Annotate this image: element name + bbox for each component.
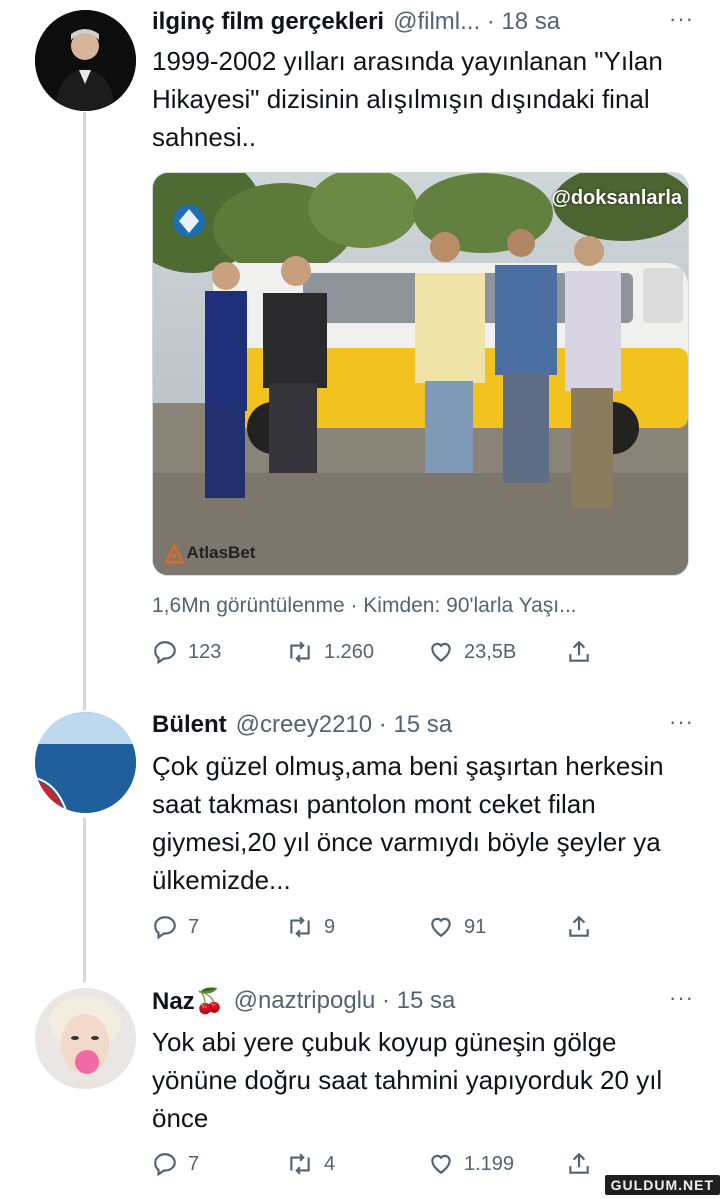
tweet-actions: 7 4 1.199	[152, 1148, 612, 1182]
sponsor-logo-text: AtlasBet	[186, 542, 256, 562]
share-button[interactable]	[566, 1151, 592, 1177]
avatar-photo	[35, 712, 136, 813]
display-name-text: Naz	[152, 987, 195, 1015]
retweet-count: 4	[324, 1152, 336, 1175]
retweet-count: 9	[324, 915, 336, 938]
sponsor-logo-icon: ◬	[165, 539, 184, 566]
like-button[interactable]: 23,5B	[428, 639, 516, 665]
reply-icon	[154, 1153, 176, 1177]
like-button[interactable]: 91	[428, 914, 486, 940]
like-count: 1.199	[464, 1152, 515, 1175]
display-name[interactable]: ilginç film gerçekleri	[152, 8, 384, 36]
share-button[interactable]	[566, 914, 592, 940]
heart-icon	[431, 917, 451, 937]
tweet-header: ilginç film gerçekleri @filml... · 18 sa…	[152, 4, 694, 40]
more-icon[interactable]: ···	[669, 985, 694, 1011]
reply-button[interactable]: 7	[152, 1151, 199, 1177]
reply-button[interactable]: 123	[152, 639, 221, 665]
handle-and-time[interactable]: @creey2210 · 15 sa	[236, 711, 452, 739]
handle-and-time[interactable]: @filml... · 18 sa	[393, 8, 560, 36]
more-icon[interactable]: ···	[669, 6, 694, 32]
reply-count: 7	[188, 915, 200, 938]
avatar[interactable]	[35, 712, 136, 813]
retweet-icon	[290, 641, 310, 663]
retweet-button[interactable]: 9	[286, 914, 335, 940]
retweet-icon	[290, 916, 310, 938]
media-caption[interactable]: 1,6Mn görüntülenme · Kimden: 90'larla Ya…	[152, 594, 684, 618]
reply-icon	[154, 641, 176, 665]
heart-icon	[431, 642, 451, 662]
share-icon	[569, 640, 589, 662]
video-frame	[153, 173, 688, 575]
tweet-video[interactable]: @doksanlarla ◬ AtlasBet	[152, 172, 689, 576]
retweet-icon	[290, 1153, 310, 1175]
like-button[interactable]: 1.199	[428, 1151, 514, 1177]
tweet-text: 1999-2002 yılları arasında yayınlanan "Y…	[152, 46, 663, 152]
reply-button[interactable]: 7	[152, 914, 199, 940]
share-icon	[569, 1152, 589, 1174]
site-watermark: GULDUM.NET	[604, 1175, 720, 1195]
reply-icon	[154, 916, 176, 940]
tweet-text: Çok güzel olmuş,ama beni şaşırtan herkes…	[152, 751, 664, 895]
tweet-actions: 123 1.260 23,5B	[152, 636, 612, 670]
share-icon	[569, 915, 589, 937]
retweet-button[interactable]: 4	[286, 1151, 335, 1177]
more-icon[interactable]: ···	[669, 709, 694, 735]
retweet-button[interactable]: 1.260	[286, 639, 374, 665]
tweet-text: Yok abi yere çubuk koyup güneşin gölge y…	[152, 1027, 663, 1133]
like-count: 23,5B	[464, 640, 517, 663]
share-button[interactable]	[566, 639, 592, 665]
avatar[interactable]	[35, 988, 136, 1089]
avatar[interactable]	[35, 10, 136, 111]
reply-count: 123	[188, 640, 222, 663]
display-name[interactable]: Bülent	[152, 711, 227, 739]
cherries-emoji: 🍒	[194, 987, 225, 1015]
heart-icon	[431, 1154, 451, 1174]
tweet-actions: 7 9 91	[152, 911, 612, 945]
like-count: 91	[464, 915, 487, 938]
retweet-count: 1.260	[324, 640, 375, 663]
tweet-header: Bülent @creey2210 · 15 sa ···	[152, 707, 694, 743]
thread-line	[83, 818, 86, 982]
thread-line	[83, 112, 86, 710]
handle-and-time[interactable]: @naztripoglu · 15 sa	[234, 987, 456, 1015]
tweet-header: Naz🍒 @naztripoglu · 15 sa ···	[152, 983, 694, 1019]
reply-count: 7	[188, 1152, 200, 1175]
sponsor-logo: ◬ AtlasBet	[165, 538, 255, 567]
media-watermark: @doksanlarla	[551, 187, 682, 209]
avatar-photo	[35, 10, 136, 111]
display-name[interactable]: Naz🍒	[152, 987, 225, 1016]
avatar-photo	[35, 988, 136, 1089]
